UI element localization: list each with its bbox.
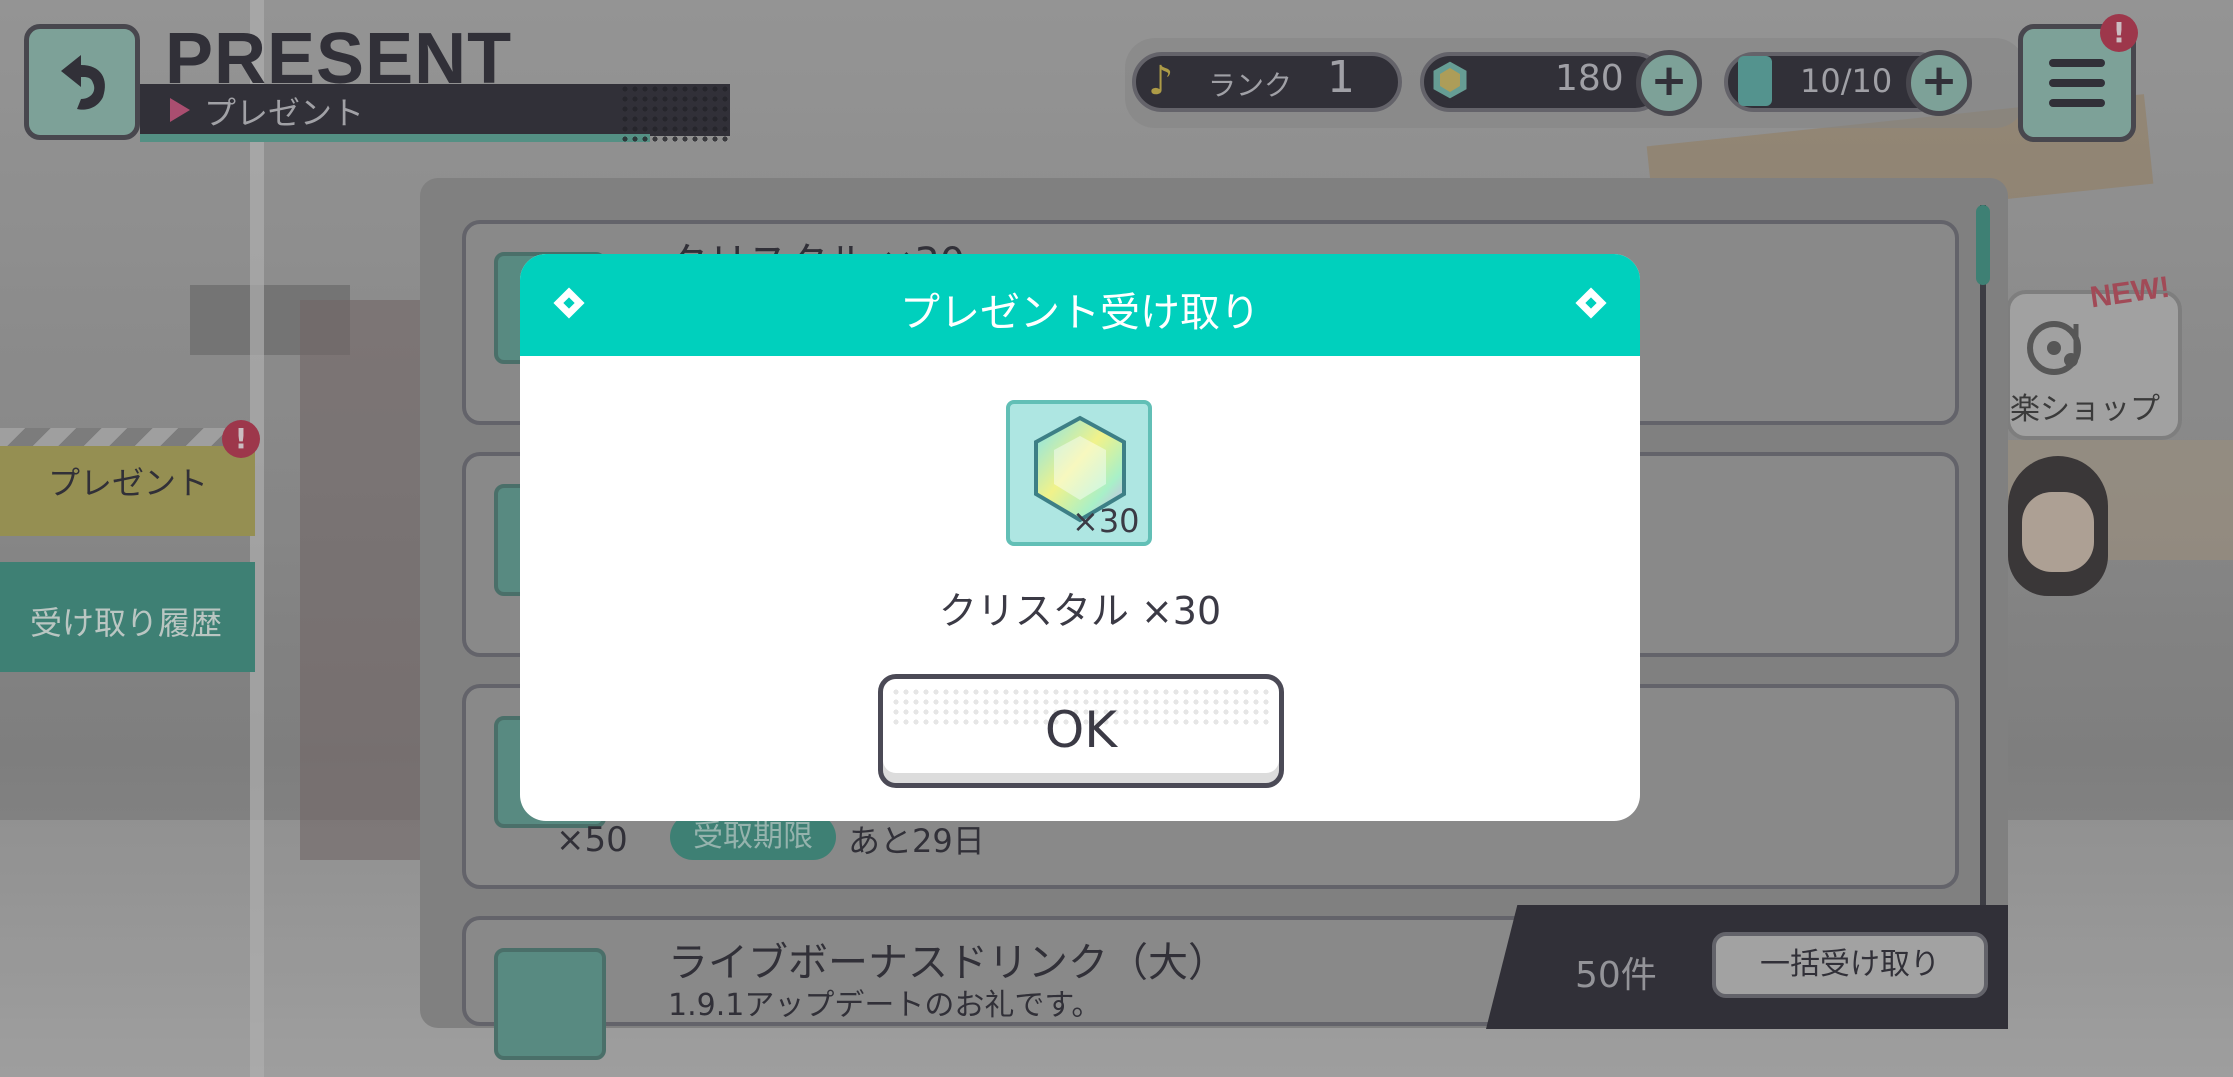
ok-button-label: OK [1044,701,1118,759]
dialog-title: プレゼント受け取り [900,290,1260,336]
reward-quantity: ×30 [1072,502,1140,540]
ok-button[interactable]: OK [878,674,1284,788]
reward-name: クリスタル ×30 [938,589,1222,633]
receive-dialog: プレゼント受け取り ×30 クリスタル ×30 OK [520,254,1640,821]
